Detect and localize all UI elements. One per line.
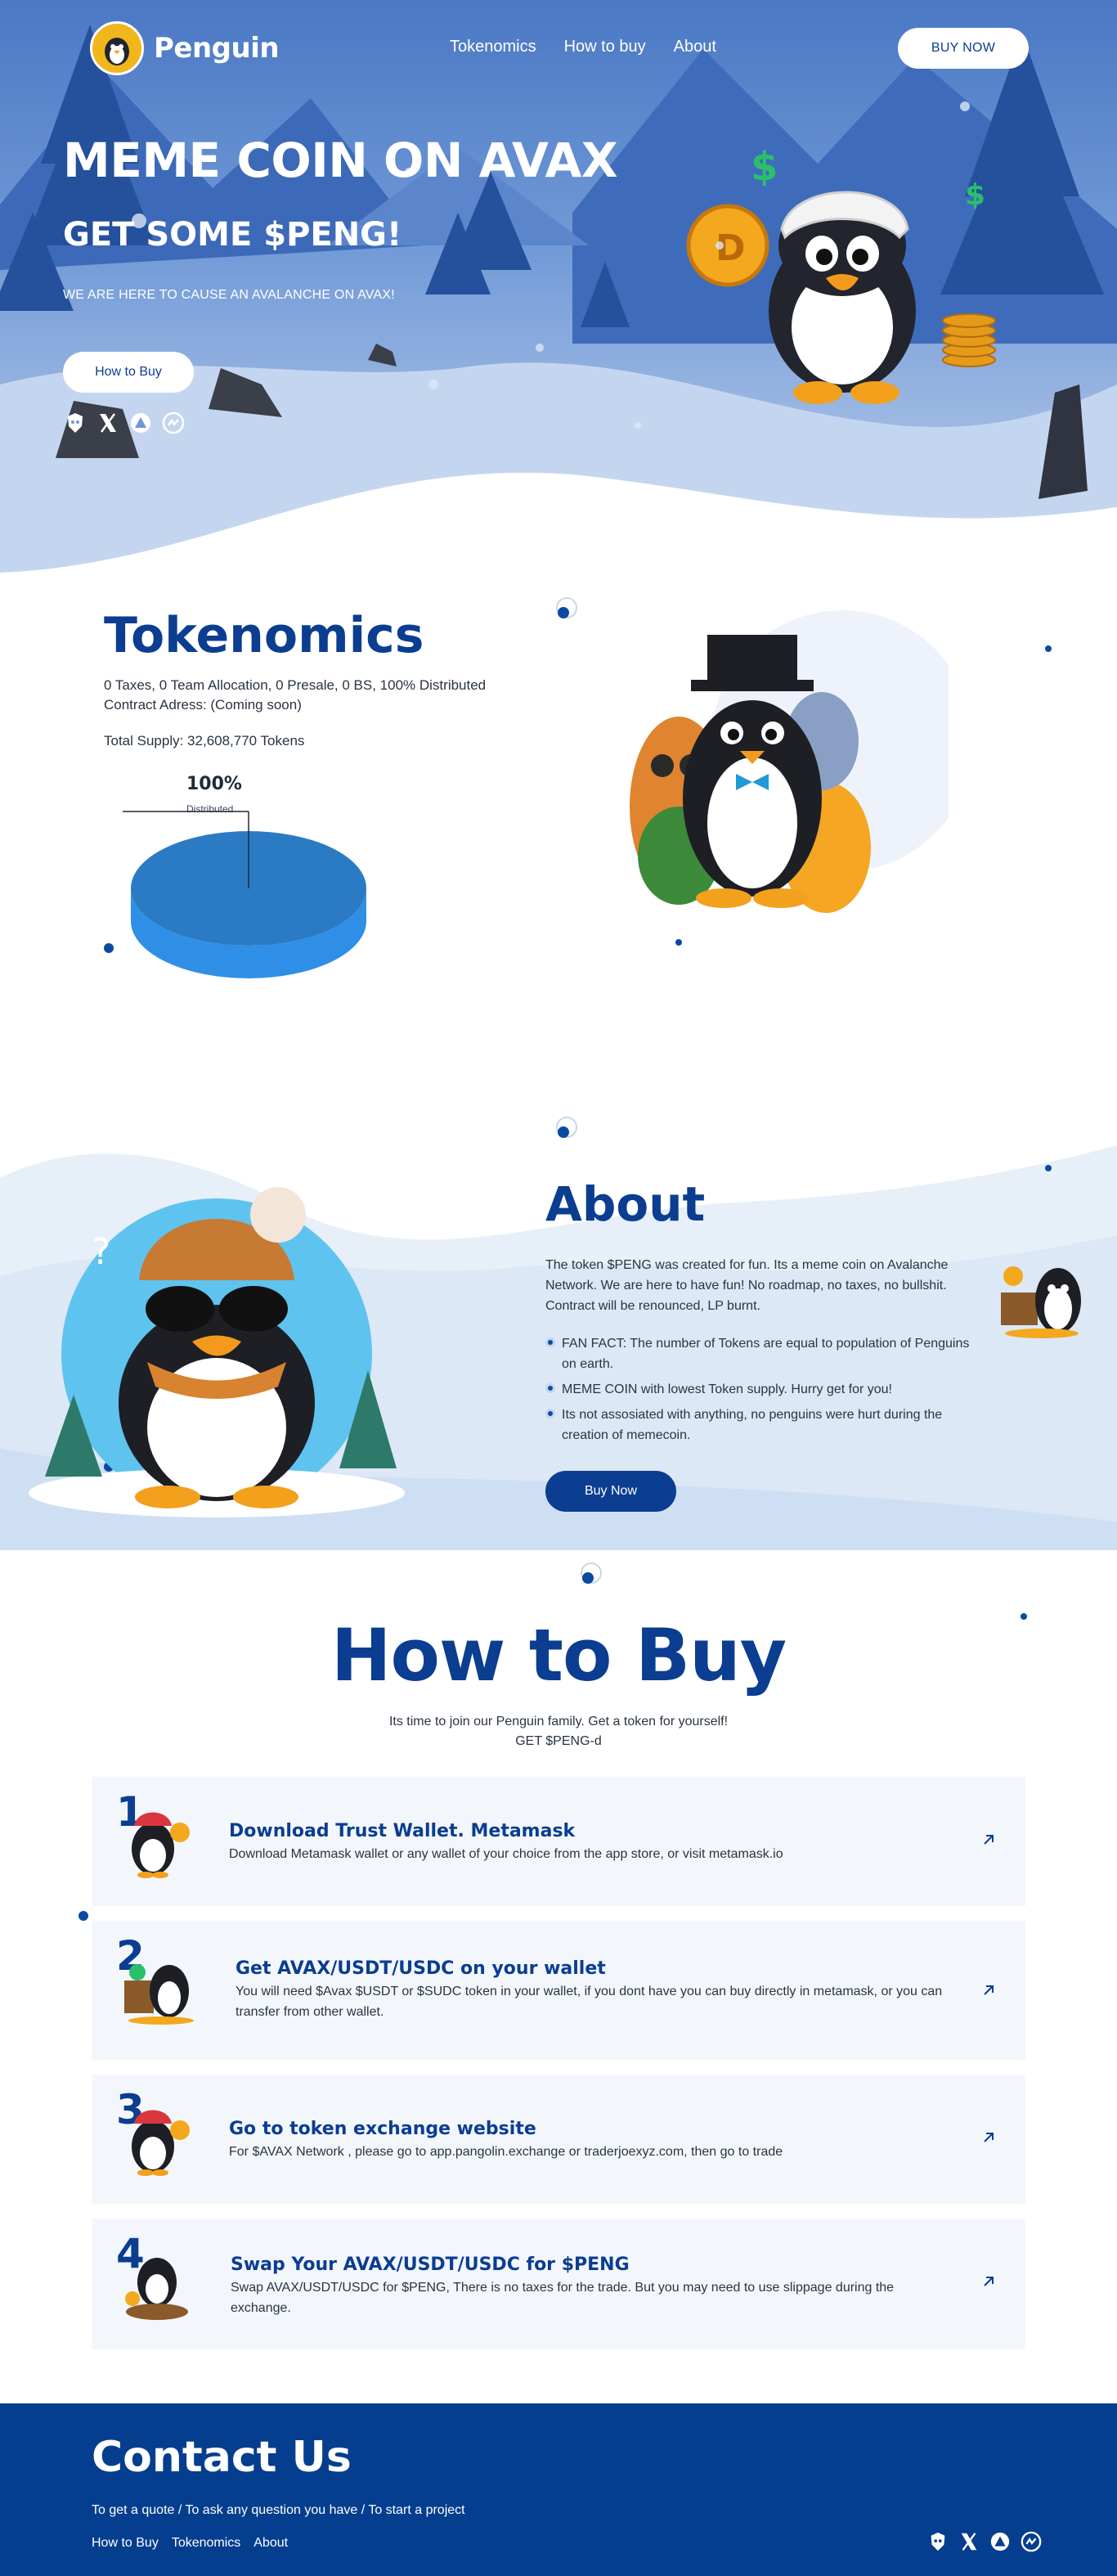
nav-link-about[interactable]: About <box>674 38 716 56</box>
how-to-buy-title: How to Buy <box>330 1613 787 1697</box>
arrow-up-right-icon[interactable] <box>980 2273 998 2291</box>
x-icon[interactable] <box>96 411 120 435</box>
svg-text:?: ? <box>92 1231 110 1273</box>
step-title: Go to token exchange website <box>229 2119 536 2139</box>
penguin-coins-icon <box>124 1964 194 2025</box>
footer-link-about[interactable]: About <box>253 2536 288 2551</box>
about-fact-text: FAN FACT: The number of Tokens are equal… <box>562 1337 970 1371</box>
contact-title: Contact Us <box>92 2433 352 2482</box>
about-fact-item: Its not assosiated with anything, no pen… <box>545 1405 971 1445</box>
brand-name: Penguin <box>154 32 280 65</box>
coinmarketcap-icon[interactable] <box>161 411 186 435</box>
penguin-gang-illustration <box>630 610 949 913</box>
total-supply: Total Supply: 32,608,770 Tokens <box>104 733 305 749</box>
penguin-swap-icon <box>125 2258 188 2320</box>
decor-dot <box>558 607 569 618</box>
footer: Contact Us To get a quote / To ask any q… <box>0 2403 1117 2576</box>
arrow-up-right-icon[interactable] <box>980 2129 998 2147</box>
how-to-buy-subtitle-1: Its time to join our Penguin family. Get… <box>388 1715 729 1729</box>
decor-dot <box>1045 1165 1052 1171</box>
how-to-buy-subtitle-2: GET $PENG-d <box>515 1734 602 1748</box>
footer-link-tokenomics[interactable]: Tokenomics <box>172 2536 240 2551</box>
step-title: Swap Your AVAX/USDT/USDC for $PENG <box>231 2255 630 2275</box>
decor-dot <box>104 943 114 953</box>
about-fact-text: Its not assosiated with anything, no pen… <box>562 1408 943 1442</box>
coinmarketcap-icon[interactable] <box>1019 2529 1043 2554</box>
step-description: For $AVAX Network , please go to app.pan… <box>229 2145 783 2159</box>
step-description: You will need $Avax $USDT or $SUDC token… <box>236 1985 943 2019</box>
hero-section: D $ $ Penguin Tokenomics How to buy Abou… <box>0 0 1117 589</box>
brand-logo[interactable]: Penguin <box>90 21 280 75</box>
nav-links: Tokenomics How to buy About <box>450 38 716 56</box>
contact-subtitle: To get a quote / To ask any question you… <box>92 2503 465 2517</box>
about-description: The token $PENG was created for fun. Its… <box>545 1258 949 1313</box>
lion-icon[interactable] <box>926 2529 950 2554</box>
decor-dot <box>675 939 682 946</box>
footer-links: How to Buy Tokenomics About <box>92 2536 288 2551</box>
svg-text:$: $ <box>965 178 985 212</box>
step-card-2[interactable]: 2 Get AVAX/USDT/USDC on your wallet You … <box>92 1921 1025 2060</box>
footer-link-how-to-buy[interactable]: How to Buy <box>92 2536 159 2551</box>
lion-icon[interactable] <box>63 411 87 435</box>
nav-link-how-to-buy[interactable]: How to buy <box>564 38 646 56</box>
footer-social-links <box>926 2529 1043 2554</box>
hero-social-links <box>63 411 186 435</box>
arrow-up-right-icon[interactable] <box>980 1981 998 1999</box>
step-description: Swap AVAX/USDT/USDC for $PENG, There is … <box>231 2281 895 2315</box>
about-buy-now-button[interactable]: Buy Now <box>545 1471 676 1512</box>
x-icon[interactable] <box>957 2529 981 2554</box>
avalanche-icon[interactable] <box>988 2529 1012 2554</box>
about-facts-list: FAN FACT: The number of Tokens are equal… <box>545 1333 971 1450</box>
step-title: Get AVAX/USDT/USDC on your wallet <box>236 1958 606 1979</box>
hero-title: MEME COIN ON AVAX <box>63 133 618 188</box>
tokenomics-pie-chart <box>123 811 366 978</box>
about-fact-item: MEME COIN with lowest Token supply. Hurr… <box>545 1379 971 1400</box>
hero-subtitle: GET SOME $PENG! <box>63 216 402 254</box>
step-card-1[interactable]: 1 Download Trust Wallet. Metamask Downlo… <box>92 1777 1025 1906</box>
svg-text:$: $ <box>751 144 778 190</box>
bullet-icon <box>545 1383 555 1393</box>
winter-penguin-illustration: ? <box>29 1187 405 1517</box>
penguin-logo-icon <box>90 21 144 75</box>
buy-now-button[interactable]: BUY NOW <box>898 28 1029 69</box>
top-navbar: Penguin Tokenomics How to buy About BUY … <box>0 0 1117 95</box>
penguin-coins-illustration <box>1001 1266 1081 1338</box>
how-to-buy-button[interactable]: How to Buy <box>63 352 194 393</box>
nav-link-tokenomics[interactable]: Tokenomics <box>450 38 536 56</box>
bullet-icon <box>545 1409 555 1418</box>
penguin-wallet-icon <box>132 1812 190 1878</box>
about-fact-item: FAN FACT: The number of Tokens are equal… <box>545 1333 971 1374</box>
penguin-exchange-icon <box>132 2110 190 2176</box>
decor-dot <box>558 1126 569 1138</box>
about-title: About <box>545 1176 706 1232</box>
arrow-up-right-icon[interactable] <box>980 1831 998 1849</box>
hero-tagline: WE ARE HERE TO CAUSE AN AVALANCHE ON AVA… <box>63 288 395 302</box>
decor-dot <box>1045 645 1052 652</box>
avalanche-icon[interactable] <box>128 411 153 435</box>
contract-address: Contract Adress: (Coming soon) <box>104 697 302 713</box>
tokenomics-line1: 0 Taxes, 0 Team Allocation, 0 Presale, 0… <box>104 677 487 693</box>
decor-dot <box>582 1572 594 1584</box>
decor-dot <box>79 1911 88 1921</box>
about-fact-text: MEME COIN with lowest Token supply. Hurr… <box>562 1382 892 1396</box>
step-description: Download Metamask wallet or any wallet o… <box>229 1847 783 1861</box>
step-card-4[interactable]: 4 Swap Your AVAX/USDT/USDC for $PENG Swa… <box>92 2219 1025 2349</box>
bullet-icon <box>545 1337 555 1347</box>
step-card-3[interactable]: 3 Go to token exchange website For $AVAX… <box>92 2075 1025 2204</box>
step-title: Download Trust Wallet. Metamask <box>229 1821 576 1841</box>
tokenomics-title: Tokenomics <box>104 607 424 664</box>
